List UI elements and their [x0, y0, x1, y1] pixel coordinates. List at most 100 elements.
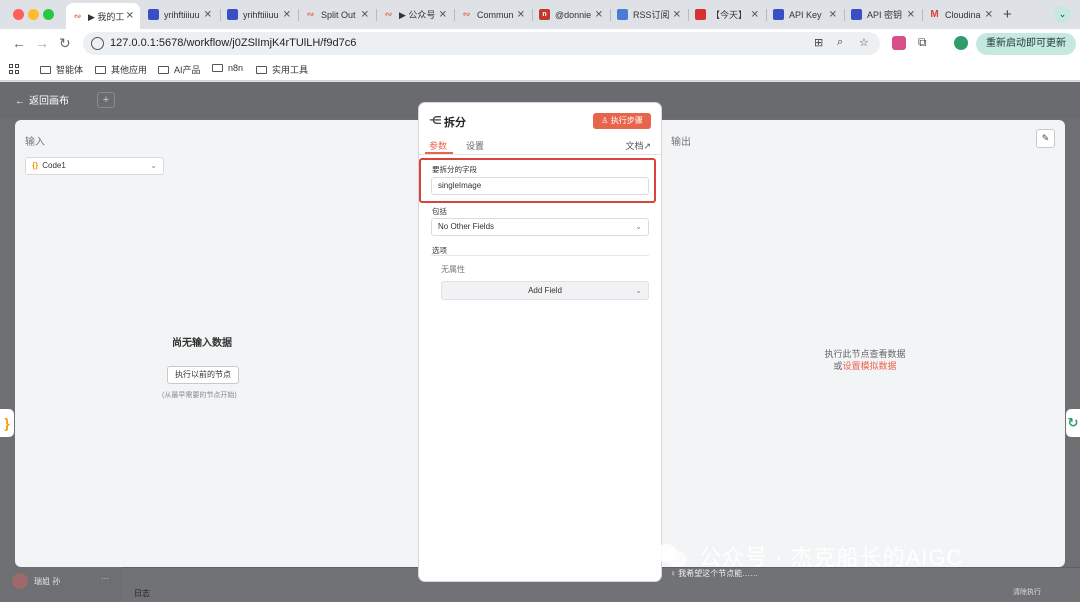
- browser-tab-strip: ∾ ▶ 我的工 ✕ yrihftiiiuu ✕ yrihftiiiuu ✕ ∾ …: [0, 0, 1080, 29]
- forward-arrow-icon[interactable]: →: [35, 35, 49, 51]
- add-node-button[interactable]: +: [97, 92, 115, 108]
- split-out-node-panel: ⋲ 拆分 ♙ 执行步骤 参数 设置 文档↗ 要拆分的字段 singleImage…: [419, 103, 661, 581]
- bookmark-folder[interactable]: 实用工具: [256, 63, 308, 76]
- bookmark-folder[interactable]: n8n: [212, 63, 243, 73]
- site-favicon-icon: [773, 9, 784, 20]
- logs-label[interactable]: 日志: [134, 588, 150, 599]
- node-panel-header: ⋲ 拆分 ♙ 执行步骤: [419, 103, 661, 137]
- chevron-down-icon: ⌄: [635, 222, 642, 231]
- profile-avatar-icon[interactable]: [954, 36, 968, 50]
- bookmarks-bar: 智能体 其他应用 AI产品 n8n 实用工具: [0, 58, 1080, 81]
- browser-tab[interactable]: ∾ ▶ 公众号 ✕: [377, 4, 453, 25]
- site-favicon-icon: [148, 9, 159, 20]
- tab-search-button[interactable]: ⌄: [1054, 6, 1071, 23]
- n8n-favicon-icon: ∾: [384, 9, 393, 19]
- browser-tab[interactable]: ∾ Split Out ✕: [299, 4, 375, 25]
- browser-tab[interactable]: M Cloudinary ✕: [923, 4, 999, 25]
- bookmark-folder[interactable]: AI产品: [158, 63, 201, 76]
- folder-icon: [158, 65, 169, 74]
- tab-close-icon[interactable]: ✕: [439, 9, 447, 20]
- tab-parameters[interactable]: 参数: [429, 139, 447, 152]
- active-tab-indicator: [425, 152, 453, 154]
- execute-previous-hint: (从最早需要的节点开始): [162, 392, 237, 399]
- user-menu[interactable]: 瑞姐 孙: [12, 573, 60, 589]
- browser-tab[interactable]: RSS订阅 ✕: [611, 4, 687, 25]
- n8n-favicon-icon: ∾: [462, 9, 471, 19]
- window-close-button[interactable]: [13, 9, 24, 20]
- tab-close-icon[interactable]: ✕: [126, 11, 134, 22]
- avatar: [12, 573, 28, 589]
- docs-link[interactable]: 文档↗: [625, 139, 651, 152]
- field-to-split-label: 要拆分的字段: [432, 165, 477, 174]
- browser-tab[interactable]: yrihftiiiuu ✕: [142, 4, 218, 25]
- browser-tab[interactable]: yrihftiiiuu ✕: [221, 4, 297, 25]
- browser-toolbar: ← → ↻ 127.0.0.1:5678/workflow/j0ZSlImjK4…: [0, 29, 1080, 58]
- tab-close-icon[interactable]: ✕: [985, 9, 993, 20]
- tab-settings[interactable]: 设置: [466, 139, 484, 152]
- divider: [431, 255, 649, 256]
- wechat-logo-icon: [655, 542, 689, 570]
- include-select[interactable]: No Other Fields ⌄: [431, 218, 649, 236]
- set-mock-data-link[interactable]: 设置模拟数据: [843, 361, 897, 371]
- browser-tab[interactable]: n @donnie ✕: [533, 4, 609, 25]
- back-to-canvas-link[interactable]: ← 返回画布: [15, 92, 69, 107]
- edit-output-button[interactable]: ✎: [1036, 129, 1055, 148]
- bookmark-folder[interactable]: 其他应用: [95, 63, 147, 76]
- add-field-button[interactable]: Add Field ⌄: [441, 281, 649, 300]
- site-favicon-icon: [617, 9, 628, 20]
- zoom-icon[interactable]: ⌕: [837, 36, 843, 49]
- site-favicon-icon: [227, 9, 238, 20]
- folder-icon: [212, 64, 223, 72]
- tab-close-icon[interactable]: ✕: [204, 9, 212, 20]
- site-favicon-icon: [695, 9, 706, 20]
- url-text[interactable]: 127.0.0.1:5678/workflow/j0ZSlImjK4rTUlLH…: [110, 37, 356, 49]
- field-to-split-input[interactable]: singleImage: [431, 177, 649, 195]
- no-input-data-title: 尚无输入数据: [172, 338, 232, 349]
- node-panel-tabs: 参数 设置 文档↗: [419, 137, 661, 155]
- reload-icon[interactable]: ↻: [59, 35, 71, 52]
- execute-previous-nodes-button[interactable]: 执行以前的节点: [167, 366, 239, 384]
- chevron-down-icon: ⌄: [635, 286, 642, 295]
- more-icon[interactable]: ⋯: [101, 574, 109, 583]
- external-link-icon: ↗: [643, 141, 651, 151]
- bookmark-star-icon[interactable]: ☆: [859, 36, 869, 49]
- address-bar[interactable]: 127.0.0.1:5678/workflow/j0ZSlImjK4rTUlLH…: [83, 32, 880, 55]
- tab-close-icon[interactable]: ✕: [829, 9, 837, 20]
- tab-close-icon[interactable]: ✕: [361, 9, 369, 20]
- relaunch-update-button[interactable]: 重新启动即可更新: [976, 33, 1076, 55]
- bookmark-folder[interactable]: 智能体: [40, 63, 83, 76]
- output-panel-title: 输出: [671, 137, 691, 148]
- browser-tab[interactable]: ∾ Community ✕: [455, 4, 531, 25]
- browser-tab[interactable]: ∾ ▶ 我的工 ✕: [66, 3, 140, 29]
- window-zoom-button[interactable]: [43, 9, 54, 20]
- browser-tab[interactable]: 【今天】 ✕: [689, 4, 765, 25]
- folder-icon: [40, 65, 51, 74]
- tab-close-icon[interactable]: ✕: [751, 9, 759, 20]
- apps-grid-icon[interactable]: [9, 64, 19, 74]
- site-info-icon[interactable]: [91, 37, 104, 50]
- clear-execution-button[interactable]: 清除执行: [1013, 587, 1041, 597]
- tab-close-icon[interactable]: ✕: [673, 9, 681, 20]
- translate-icon[interactable]: ⊞: [814, 36, 823, 49]
- chevron-down-icon: ⌄: [150, 161, 157, 170]
- execute-step-button[interactable]: ♙ 执行步骤: [593, 113, 651, 129]
- new-tab-button[interactable]: +: [1003, 6, 1012, 23]
- output-empty-message: 执行此节点查看数据 或设置模拟数据: [824, 349, 906, 371]
- tab-close-icon[interactable]: ✕: [517, 9, 525, 20]
- folder-icon: [256, 65, 267, 74]
- tab-close-icon[interactable]: ✕: [595, 9, 603, 20]
- code-braces-icon[interactable]: }: [0, 409, 14, 437]
- node-title[interactable]: 拆分: [444, 114, 466, 130]
- back-arrow-icon[interactable]: ←: [12, 35, 26, 51]
- browser-tab[interactable]: API 密钥 ✕: [845, 4, 921, 25]
- tab-close-icon[interactable]: ✕: [907, 9, 915, 20]
- no-properties-text: 无属性: [441, 265, 465, 274]
- input-node-select[interactable]: {} Code1 ⌄: [25, 157, 164, 175]
- refresh-icon[interactable]: ↻: [1066, 409, 1080, 437]
- browser-tab[interactable]: API Key ✕: [767, 4, 843, 25]
- extension-icon[interactable]: [892, 36, 906, 50]
- window-minimize-button[interactable]: [28, 9, 39, 20]
- tab-close-icon[interactable]: ✕: [283, 9, 291, 20]
- extensions-puzzle-icon[interactable]: ⧉: [918, 35, 927, 50]
- folder-icon: [95, 65, 106, 74]
